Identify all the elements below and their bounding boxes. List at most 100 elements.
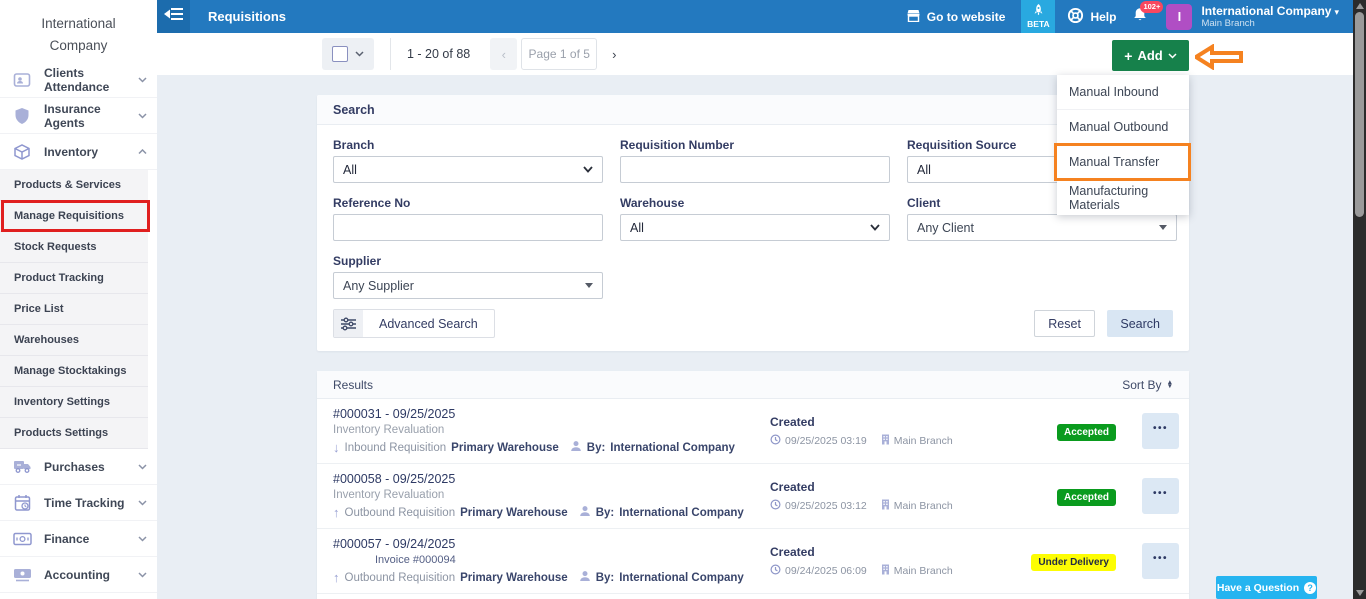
row-actions-button[interactable]: ••• xyxy=(1142,478,1179,514)
next-row-partial xyxy=(317,594,1189,599)
scrollbar-thumb[interactable] xyxy=(1355,12,1364,217)
prev-page-button[interactable]: ‹ xyxy=(490,38,517,70)
requisition-row[interactable]: #000031 - 09/25/2025 Inventory Revaluati… xyxy=(317,399,1189,464)
chevron-down-icon xyxy=(583,166,593,173)
created-by: International Company xyxy=(619,507,744,519)
field-requisition-number: Requisition Number xyxy=(620,138,890,183)
sidebar-item-label: Inventory xyxy=(44,145,138,159)
chevron-down-icon xyxy=(138,113,147,119)
sidebar-item-stock-requests[interactable]: Stock Requests xyxy=(0,232,148,263)
sidebar-item-product-tracking[interactable]: Product Tracking xyxy=(0,263,148,294)
company-logo[interactable]: International Company xyxy=(0,0,157,62)
row-branch: Main Branch xyxy=(894,435,953,447)
chevron-down-icon[interactable] xyxy=(355,51,364,57)
requisition-row[interactable]: #000057 - 09/24/2025 Invoice #000094 ↑ O… xyxy=(317,529,1189,594)
go-to-website-label: Go to website xyxy=(927,10,1006,24)
sidebar-item-label: Insurance Agents xyxy=(44,102,138,130)
sliders-icon xyxy=(334,310,363,337)
search-button[interactable]: Search xyxy=(1107,310,1173,337)
row-actions-button[interactable]: ••• xyxy=(1142,543,1179,579)
outbound-arrow-icon: ↑ xyxy=(333,570,340,585)
sidebar-item-inventory-settings[interactable]: Inventory Settings xyxy=(0,387,148,418)
chevron-down-icon xyxy=(138,572,147,578)
status-label: Created xyxy=(770,415,1010,429)
reference-no-input[interactable] xyxy=(333,214,603,241)
scroll-down-arrow-icon[interactable] xyxy=(1356,590,1364,596)
warehouse-select[interactable]: All xyxy=(620,214,890,241)
sidebar-item-inventory[interactable]: Inventory xyxy=(0,134,157,170)
sidebar-item-products-settings[interactable]: Products Settings xyxy=(0,418,148,449)
sidebar-item-label: Accounting xyxy=(44,568,138,582)
sidebar-item-price-list[interactable]: Price List xyxy=(0,294,148,325)
sidebar-item-accounting[interactable]: Accounting xyxy=(0,557,157,593)
requisition-id-link[interactable]: #000031 - 09/25/2025 xyxy=(333,407,770,421)
person-icon xyxy=(579,570,591,585)
submenu-label: Price List xyxy=(14,303,64,315)
sidebar-item-finance[interactable]: Finance xyxy=(0,521,157,557)
page-indicator[interactable]: Page 1 of 5 xyxy=(521,38,597,70)
sidebar-item-manage-requisitions[interactable]: Manage Requisitions xyxy=(0,201,148,232)
row-branch: Main Branch xyxy=(894,500,953,512)
submenu-label: Manage Requisitions xyxy=(14,210,124,222)
row-actions-button[interactable]: ••• xyxy=(1142,413,1179,449)
building-icon xyxy=(881,564,890,578)
sidebar-item-purchases[interactable]: Purchases xyxy=(0,449,157,485)
go-to-website-link[interactable]: Go to website xyxy=(906,9,1006,25)
banknote-icon xyxy=(12,529,32,549)
created-datetime: 09/25/2025 03:19 xyxy=(785,435,867,447)
sidebar-item-insurance-agents[interactable]: Insurance Agents xyxy=(0,98,157,134)
supplier-select[interactable]: Any Supplier xyxy=(333,272,603,299)
clock-icon xyxy=(770,434,781,448)
help-link[interactable]: Help xyxy=(1067,7,1116,27)
logo-line-1: International xyxy=(0,13,157,35)
status-badge: Under Delivery xyxy=(1031,554,1116,571)
submenu-label: Warehouses xyxy=(14,334,79,346)
reset-button[interactable]: Reset xyxy=(1034,310,1095,337)
requisition-id-link[interactable]: #000058 - 09/25/2025 xyxy=(333,472,770,486)
menu-item-manual-outbound[interactable]: Manual Outbound xyxy=(1057,110,1189,145)
rocket-icon xyxy=(1033,4,1044,19)
have-question-button[interactable]: Have a Question ? xyxy=(1216,576,1317,599)
status-badge: Accepted xyxy=(1057,424,1116,441)
company-name: International Company xyxy=(1201,4,1331,18)
sidebar-item-manage-stocktakings[interactable]: Manage Stocktakings xyxy=(0,356,148,387)
sidebar-collapse-button[interactable] xyxy=(157,0,190,33)
advanced-search-button[interactable]: Advanced Search xyxy=(333,309,495,338)
avatar[interactable]: I xyxy=(1166,4,1192,30)
requisition-row[interactable]: #000058 - 09/25/2025 Inventory Revaluati… xyxy=(317,464,1189,529)
page-title: Requisitions xyxy=(208,9,286,24)
add-button[interactable]: + Add xyxy=(1112,40,1189,71)
warehouse-name: Primary Warehouse xyxy=(460,507,568,519)
sidebar-item-products-services[interactable]: Products & Services xyxy=(0,170,148,201)
menu-item-manual-transfer[interactable]: Manual Transfer xyxy=(1057,145,1189,180)
menu-item-manufacturing-materials[interactable]: Manufacturing Materials xyxy=(1057,180,1189,215)
branch-select[interactable]: All xyxy=(333,156,603,183)
select-all-checkbox[interactable] xyxy=(332,46,348,62)
requisition-subtitle[interactable]: Invoice #000094 xyxy=(375,554,770,566)
sidebar-item-warehouses[interactable]: Warehouses xyxy=(0,325,148,356)
client-select[interactable]: Any Client xyxy=(907,214,1177,241)
by-label: By: xyxy=(587,442,606,454)
collapse-arrow-icon xyxy=(164,7,184,26)
requisition-number-input[interactable] xyxy=(620,156,890,183)
menu-item-manual-inbound[interactable]: Manual Inbound xyxy=(1057,75,1189,110)
requisition-type: Outbound Requisition xyxy=(345,572,456,584)
requisition-id-link[interactable]: #000057 - 09/24/2025 xyxy=(333,537,770,551)
notifications-button[interactable]: 102+ xyxy=(1132,6,1148,28)
truck-icon xyxy=(12,457,32,477)
sidebar-item-clients-attendance[interactable]: Clients Attendance xyxy=(0,62,157,98)
chevron-down-icon xyxy=(138,500,147,506)
page-scrollbar[interactable] xyxy=(1353,0,1366,599)
cash-icon xyxy=(12,565,32,585)
sidebar-item-time-tracking[interactable]: Time Tracking xyxy=(0,485,157,521)
submenu-label: Products & Services xyxy=(14,179,121,191)
company-menu[interactable]: International Company▾ Main Branch xyxy=(1201,4,1339,29)
field-warehouse: Warehouse All xyxy=(620,196,890,241)
sort-by-control[interactable]: Sort By ▲▼ xyxy=(1122,378,1173,392)
submenu-label: Products Settings xyxy=(14,427,108,439)
select-all-control[interactable] xyxy=(322,38,374,70)
beta-tab[interactable]: BETA xyxy=(1021,0,1055,33)
chevron-up-icon xyxy=(138,149,147,155)
scroll-up-arrow-icon[interactable] xyxy=(1356,3,1364,9)
next-page-button[interactable]: › xyxy=(601,38,627,70)
